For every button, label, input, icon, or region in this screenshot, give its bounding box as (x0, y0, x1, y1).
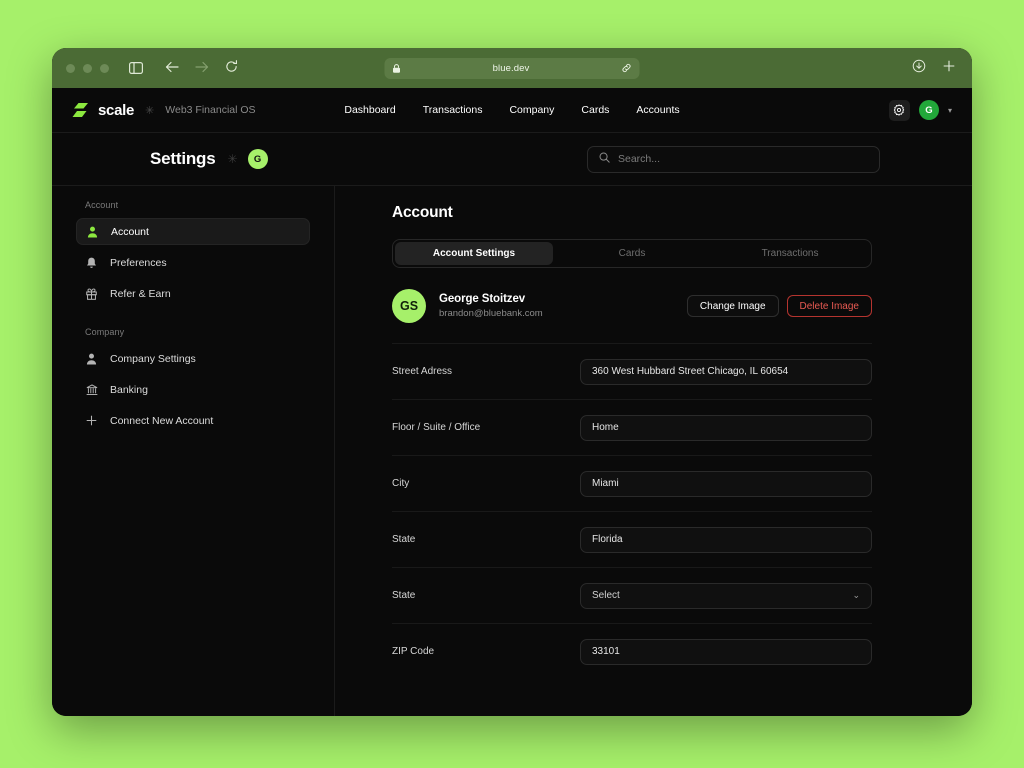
forward-arrow-icon[interactable] (195, 61, 209, 76)
nav-item-accounts[interactable]: Accounts (636, 104, 679, 116)
field-row-zip-code: ZIP Code 33101 (392, 623, 872, 679)
person-icon (86, 226, 99, 238)
sidebar-item-connect-new-account[interactable]: Connect New Account (76, 407, 310, 434)
nav-item-transactions[interactable]: Transactions (423, 104, 483, 116)
field-label: ZIP Code (392, 646, 435, 657)
topnav-right: G ▾ (888, 99, 952, 121)
field-label: Floor / Suite / Office (392, 422, 481, 433)
plus-icon (85, 415, 98, 426)
sidebar-item-label: Account (111, 225, 149, 238)
app-topnav: scale ✳ Web3 Financial OS Dashboard Tran… (52, 88, 972, 133)
field-row-city: City Miami (392, 455, 872, 511)
sidebar-item-label: Banking (110, 383, 148, 396)
field-row-floor-suite-office: Floor / Suite / Office Home (392, 399, 872, 455)
sidebar-item-preferences[interactable]: Preferences (76, 249, 310, 276)
browser-titlebar: blue.dev (52, 48, 972, 88)
field-row-street-address: Street Adress 360 West Hubbard Street Ch… (392, 343, 872, 399)
chevron-down-icon: ⌄ (852, 590, 860, 600)
brand-separator-icon: ✳ (145, 104, 155, 117)
state-select[interactable]: Select ⌄ (580, 582, 872, 609)
bank-icon (85, 383, 98, 396)
field-row-state-text: State Florida (392, 511, 872, 567)
tab-transactions[interactable]: Transactions (711, 242, 869, 265)
gear-icon[interactable] (888, 99, 910, 121)
field-label: State (392, 534, 416, 545)
state-input[interactable]: Florida (580, 526, 872, 553)
settings-main-panel: Account Account Settings Cards Transacti… (335, 186, 972, 716)
profile-actions: Change Image Delete Image (686, 295, 872, 317)
field-row-state-select: State Select ⌄ (392, 567, 872, 623)
sidebar-item-label: Company Settings (110, 352, 196, 365)
content-area: Account Account Preferences Refer & Earn… (52, 186, 972, 716)
browser-window: blue.dev scale ✳ Web3 Financial OS Dashb… (52, 48, 972, 716)
plus-icon[interactable] (942, 59, 956, 78)
nav-item-company[interactable]: Company (509, 104, 554, 116)
gift-icon (85, 287, 98, 300)
zip-code-input[interactable]: 33101 (580, 638, 872, 665)
maximize-window-button[interactable] (100, 63, 109, 73)
user-avatar[interactable]: G (918, 100, 939, 120)
sidebar-group-label-account: Account (85, 200, 119, 210)
change-image-button[interactable]: Change Image (686, 295, 779, 317)
search-icon (599, 150, 610, 168)
sidebar-item-label: Refer & Earn (110, 287, 171, 300)
sidebar-item-banking[interactable]: Banking (76, 376, 310, 403)
settings-avatar[interactable]: G (247, 149, 268, 169)
floor-suite-office-input[interactable]: Home (580, 414, 872, 441)
tab-account-settings[interactable]: Account Settings (395, 242, 553, 265)
search-placeholder: Search... (618, 153, 661, 165)
browser-nav-arrows[interactable] (165, 60, 238, 76)
sidebar-group-label-company: Company (85, 327, 125, 337)
profile-meta: George Stoitzev brandon@bluebank.com (439, 293, 543, 319)
lightning-bolt-icon (72, 102, 89, 118)
nav-item-dashboard[interactable]: Dashboard (344, 104, 395, 116)
sidebar-item-label: Preferences (110, 256, 167, 269)
field-label: Street Adress (392, 366, 453, 377)
title-separator-icon: ✳ (227, 152, 238, 166)
url-text: blue.dev (492, 62, 530, 74)
bell-icon (85, 257, 98, 269)
field-label: State (392, 590, 416, 601)
lock-icon (393, 63, 401, 73)
download-icon[interactable] (912, 59, 926, 78)
section-title: Account (392, 204, 453, 221)
sidebar-item-label: Connect New Account (110, 414, 214, 427)
delete-image-button[interactable]: Delete Image (786, 295, 872, 317)
settings-sidebar: Account Account Preferences Refer & Earn… (52, 186, 335, 716)
chevron-down-icon[interactable]: ▾ (948, 106, 952, 115)
city-input[interactable]: Miami (580, 470, 872, 497)
brand-logo[interactable]: scale ✳ Web3 Financial OS (72, 102, 256, 119)
back-arrow-icon[interactable] (165, 61, 179, 76)
profile-name: George Stoitzev (439, 293, 526, 305)
street-address-input[interactable]: 360 West Hubbard Street Chicago, IL 6065… (580, 358, 872, 385)
nav-item-cards[interactable]: Cards (581, 104, 609, 116)
search-input[interactable]: Search... (587, 145, 880, 173)
brand-tagline: Web3 Financial OS (165, 104, 256, 116)
window-traffic-lights[interactable] (66, 63, 109, 73)
browser-url-bar[interactable]: blue.dev (384, 57, 640, 79)
brand-name: scale (98, 101, 135, 119)
person-icon (85, 353, 98, 365)
primary-nav: Dashboard Transactions Company Cards Acc… (344, 104, 679, 116)
browser-toolbar-right (912, 59, 956, 78)
link-icon[interactable] (622, 63, 632, 73)
page-title: Settings (150, 149, 216, 168)
state-select-value: Select (592, 590, 620, 601)
reload-icon[interactable] (225, 60, 238, 76)
profile-row: GS George Stoitzev brandon@bluebank.com … (392, 289, 872, 323)
tab-bar: Account Settings Cards Transactions (392, 239, 872, 268)
sidebar-item-company-settings[interactable]: Company Settings (76, 345, 310, 372)
sidebar-item-refer-earn[interactable]: Refer & Earn (76, 280, 310, 307)
profile-avatar[interactable]: GS (392, 289, 426, 323)
close-window-button[interactable] (66, 63, 75, 73)
field-label: City (392, 478, 410, 489)
sidebar-item-account[interactable]: Account (76, 218, 310, 245)
sidebar-toggle-icon[interactable] (129, 62, 143, 74)
app-shell: scale ✳ Web3 Financial OS Dashboard Tran… (52, 88, 972, 716)
minimize-window-button[interactable] (83, 63, 92, 73)
settings-header: Settings ✳ G Search... (52, 133, 972, 186)
tab-cards[interactable]: Cards (553, 242, 711, 265)
profile-email: brandon@bluebank.com (439, 308, 543, 319)
